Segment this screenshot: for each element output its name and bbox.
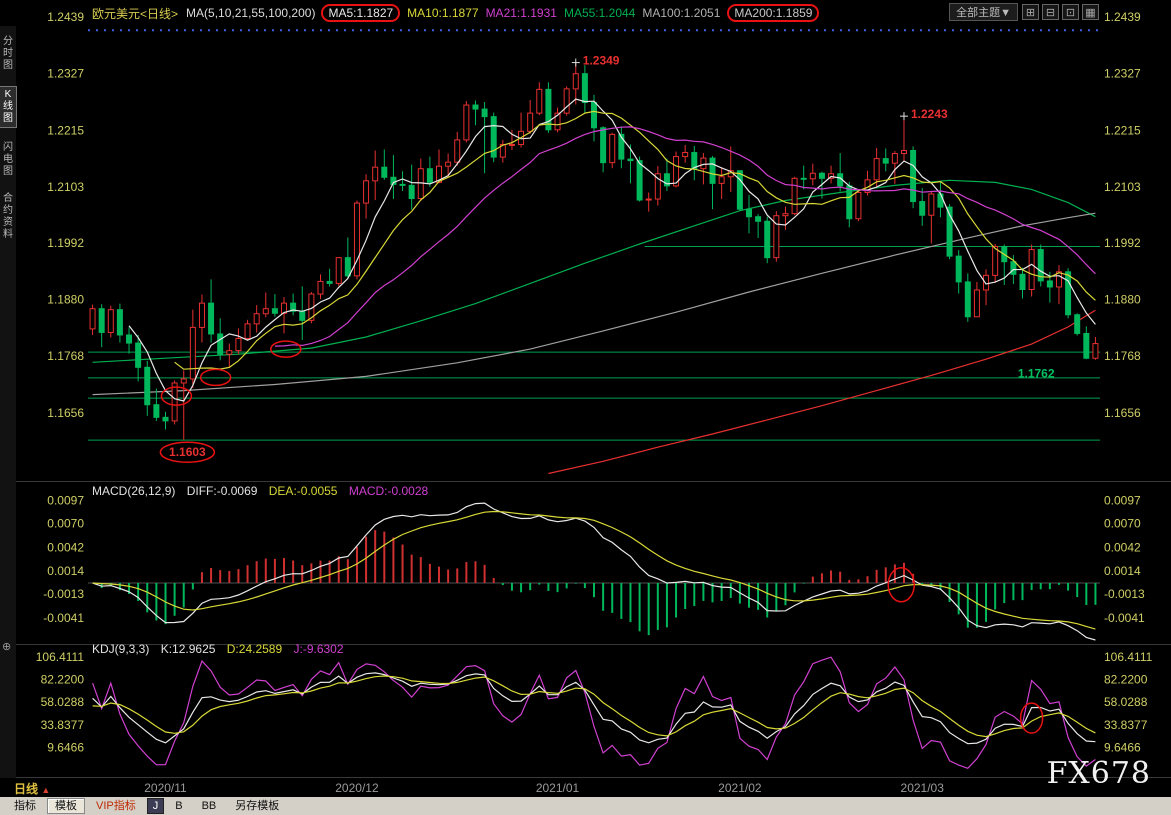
svg-text:1.2103: 1.2103 (1104, 180, 1141, 194)
app-root: { "header": { "symbol": "欧元美元<日线>", "ma_… (0, 0, 1171, 815)
svg-text:-0.0041: -0.0041 (43, 611, 84, 625)
svg-text:-0.0013: -0.0013 (43, 587, 84, 601)
svg-text:2021/03: 2021/03 (901, 781, 945, 795)
svg-text:33.8377: 33.8377 (1104, 718, 1148, 732)
kdj-header: KDJ(9,3,3) K:12.9625 D:24.2589 J:-9.6302 (92, 642, 352, 656)
svg-text:1.2327: 1.2327 (47, 67, 84, 81)
left-sidebar: 分时图 K线图闪电图合约资料 (0, 26, 16, 778)
period-label[interactable]: 日线 ▲ (14, 780, 50, 797)
svg-text:1.1762: 1.1762 (1018, 366, 1055, 380)
ma-value: MA200:1.1859 (727, 4, 819, 22)
svg-text:58.0288: 58.0288 (1104, 695, 1148, 709)
toolbar-item-vip-indicators[interactable]: VIP指标 (88, 798, 144, 814)
kdj-k-value: K:12.9625 (161, 642, 216, 656)
macd-diff-value: DIFF:-0.0069 (187, 484, 258, 498)
svg-text:1.1656: 1.1656 (1104, 406, 1141, 420)
toolbar-item-j[interactable]: J (147, 798, 165, 814)
split-horizontal-icon[interactable]: ⊟ (1042, 4, 1059, 20)
theme-selector-button[interactable]: 全部主题▼ (949, 3, 1018, 21)
grid-layout-icon[interactable]: ⊞ (1022, 4, 1039, 20)
svg-text:0.0097: 0.0097 (47, 494, 84, 508)
svg-text:0.0042: 0.0042 (1104, 540, 1141, 554)
svg-text:58.0288: 58.0288 (41, 695, 85, 709)
sidebar-tab-flash-chart[interactable]: 闪电图 (0, 142, 16, 178)
kdj-d-value: D:24.2589 (227, 642, 282, 656)
ma-value: MA55:1.2044 (564, 6, 635, 20)
svg-text:1.1768: 1.1768 (47, 349, 84, 363)
ma-values: MA5:1.1827 MA10:1.1877 MA21:1.1931 MA55:1.2… (321, 6, 826, 20)
svg-text:33.8377: 33.8377 (41, 718, 85, 732)
single-pane-icon[interactable]: ⊡ (1062, 4, 1079, 20)
svg-text:1.2243: 1.2243 (911, 107, 948, 121)
svg-text:1.1992: 1.1992 (1104, 236, 1141, 250)
svg-text:0.0070: 0.0070 (47, 516, 84, 530)
sidebar-tab-time-chart[interactable]: 分时图 (0, 36, 16, 72)
svg-text:1.1880: 1.1880 (1104, 293, 1141, 307)
macd-macd-value: MACD:-0.0028 (349, 484, 428, 498)
svg-text:-0.0041: -0.0041 (1104, 611, 1145, 625)
svg-text:1.1603: 1.1603 (169, 445, 206, 459)
svg-text:82.2200: 82.2200 (1104, 673, 1148, 687)
svg-text:0.0042: 0.0042 (47, 540, 84, 554)
period-up-triangle: ▲ (41, 785, 50, 795)
symbol-title[interactable]: 欧元美元<日线> (92, 5, 178, 22)
svg-text:1.2215: 1.2215 (1104, 123, 1141, 137)
svg-text:-0.0013: -0.0013 (1104, 587, 1145, 601)
sidebar-tab-k-line[interactable]: K线图 (0, 87, 16, 127)
svg-text:1.2439: 1.2439 (1104, 10, 1141, 24)
ma-value: MA5:1.1827 (321, 4, 400, 22)
ma-value: MA10:1.1877 (407, 6, 478, 20)
macd-header: MACD(26,12,9) DIFF:-0.0069 DEA:-0.0055 M… (92, 484, 436, 498)
toolbar-item-bb[interactable]: BB (194, 798, 225, 814)
layout-icons: ⊞⊟⊡▦ (1022, 4, 1099, 20)
ma-value: MA21:1.1931 (486, 6, 557, 20)
svg-text:106.4111: 106.4111 (36, 650, 85, 664)
svg-text:1.2439: 1.2439 (47, 10, 84, 24)
kdj-j-value: J:-9.6302 (294, 642, 344, 656)
svg-text:1.2349: 1.2349 (583, 54, 620, 68)
chart-header: 欧元美元<日线> MA(5,10,21,55,100,200) MA5:1.18… (92, 3, 826, 23)
svg-text:0.0014: 0.0014 (1104, 564, 1141, 578)
watermark: FX678 (1047, 756, 1151, 791)
toolbar-item-indicators[interactable]: 指标 (6, 798, 44, 814)
svg-text:0.0070: 0.0070 (1104, 516, 1141, 530)
kdj-settings-icon[interactable]: ⊕ (2, 640, 11, 653)
multi-chart-icon[interactable]: ▦ (1082, 4, 1099, 20)
toolbar-item-b[interactable]: B (167, 798, 190, 814)
toolbar-item-templates[interactable]: 模板 (47, 798, 85, 814)
svg-text:1.2103: 1.2103 (47, 180, 84, 194)
sidebar-tab-contract-info[interactable]: 合约资料 (0, 193, 16, 241)
svg-text:2020/11: 2020/11 (144, 781, 187, 795)
svg-text:82.2200: 82.2200 (41, 673, 85, 687)
macd-dea-value: DEA:-0.0055 (269, 484, 338, 498)
charts-canvas[interactable]: 1.2439 1.2439 1.2327 1.2327 1.2215 1.2215 1.21… (0, 0, 1171, 815)
svg-text:2021/01: 2021/01 (536, 781, 580, 795)
svg-text:1.2215: 1.2215 (47, 123, 84, 137)
macd-title: MACD(26,12,9) (92, 484, 175, 498)
svg-text:1.1656: 1.1656 (47, 406, 84, 420)
bottom-toolbar: 指标模板VIP指标JBBB另存模板 (0, 797, 1171, 815)
svg-text:2021/02: 2021/02 (718, 781, 762, 795)
svg-text:106.4111: 106.4111 (1104, 650, 1153, 664)
ma-value: MA100:1.2051 (642, 6, 720, 20)
toolbar-item-save-template[interactable]: 另存模板 (227, 798, 287, 814)
svg-text:0.0097: 0.0097 (1104, 494, 1141, 508)
svg-text:9.6466: 9.6466 (1104, 740, 1141, 754)
svg-text:1.1880: 1.1880 (47, 293, 84, 307)
ma-params-label: MA(5,10,21,55,100,200) (186, 6, 315, 20)
svg-text:1.2327: 1.2327 (1104, 67, 1141, 81)
svg-text:2020/12: 2020/12 (335, 781, 379, 795)
svg-text:0.0014: 0.0014 (47, 564, 84, 578)
svg-text:1.1768: 1.1768 (1104, 349, 1141, 363)
kdj-title: KDJ(9,3,3) (92, 642, 149, 656)
svg-text:9.6466: 9.6466 (47, 740, 84, 754)
header-right-toolbar: 全部主题▼ ⊞⊟⊡▦ (949, 3, 1099, 21)
svg-text:1.1992: 1.1992 (47, 236, 84, 250)
